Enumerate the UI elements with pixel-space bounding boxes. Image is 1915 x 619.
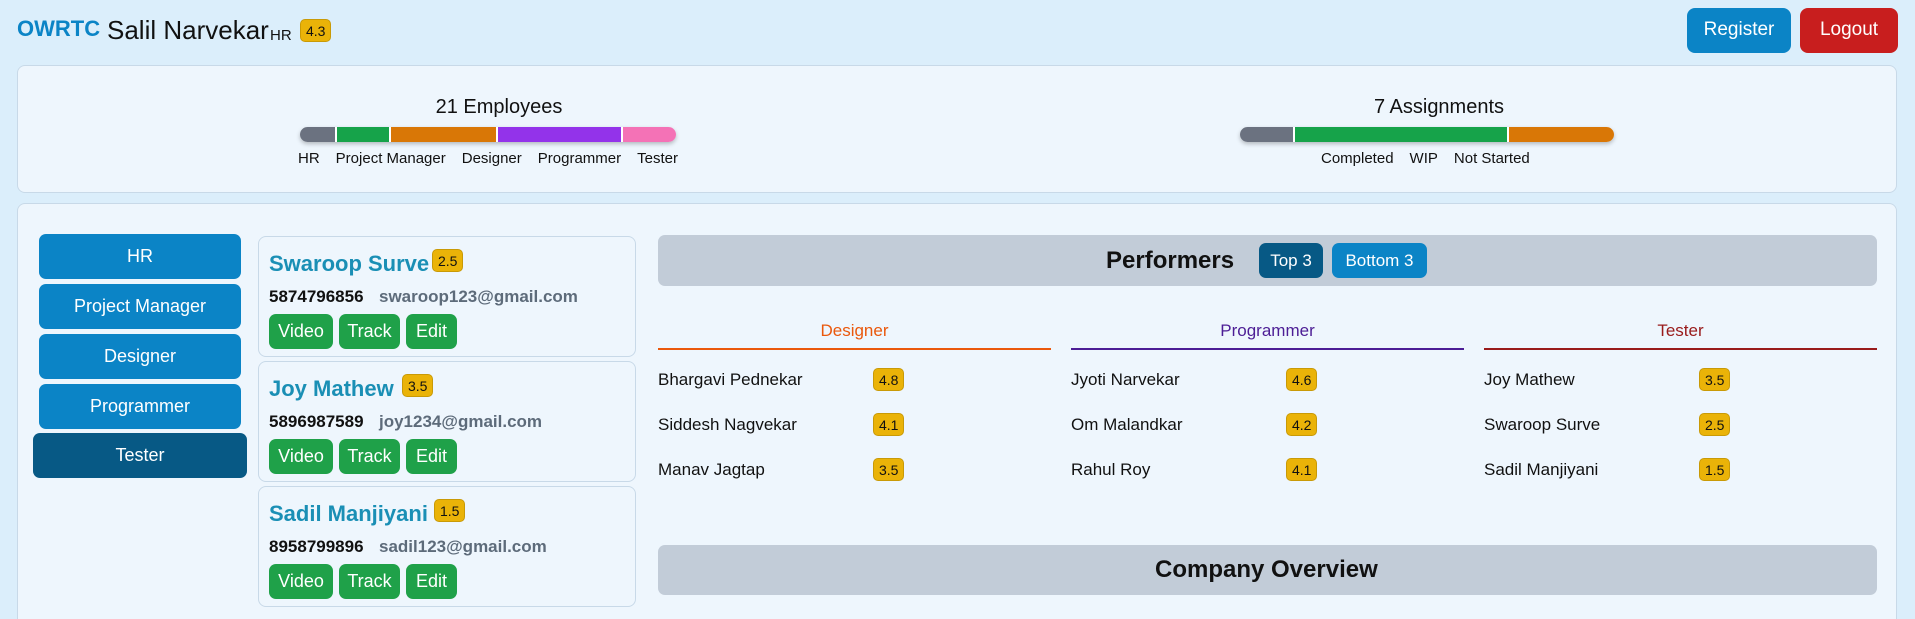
column-divider bbox=[1484, 348, 1877, 350]
performer-rating-badge: 4.1 bbox=[873, 413, 905, 436]
dept-button-hr[interactable]: HR bbox=[39, 234, 241, 279]
employee-name: Joy Mathew bbox=[269, 376, 394, 401]
performer-column-designer-title: Designer bbox=[820, 321, 889, 340]
user-name: Salil Narvekar bbox=[107, 15, 269, 45]
edit-button[interactable]: Edit bbox=[406, 439, 457, 474]
legend-not-started: Not Started bbox=[1453, 150, 1530, 167]
user-rating-badge: 4.3 bbox=[300, 19, 332, 42]
legend-project-manager: Project Manager bbox=[335, 150, 446, 167]
top-bar: OWRTC Salil Narvekar HR 4.3 Register Log… bbox=[0, 0, 1915, 62]
assignment-status-bar bbox=[1240, 127, 1614, 142]
employee-name: Sadil Manjiyani bbox=[269, 501, 428, 526]
employee-rating-badge: 2.5 bbox=[432, 249, 464, 272]
performers-title: Performers bbox=[1106, 247, 1235, 274]
track-button[interactable]: Track bbox=[339, 314, 400, 349]
employee-name: Swaroop Surve bbox=[269, 251, 430, 276]
video-button[interactable]: Video bbox=[269, 314, 333, 349]
project-manager-segment bbox=[337, 127, 391, 142]
performers-header: Performers Top 3 Bottom 3 bbox=[658, 235, 1877, 286]
performer-rating-badge: 4.1 bbox=[1286, 458, 1318, 481]
performer-rating-badge: 4.8 bbox=[873, 368, 905, 391]
performer-name: Siddesh Nagvekar bbox=[658, 415, 797, 434]
tester-segment bbox=[623, 127, 676, 142]
performer-column-programmer-title: Programmer bbox=[1220, 321, 1315, 340]
employee-phone: 5874796856 bbox=[269, 287, 364, 306]
performer-name: Rahul Roy bbox=[1071, 460, 1151, 479]
performer-rating-badge: 4.2 bbox=[1286, 413, 1318, 436]
completed-segment bbox=[1295, 127, 1509, 142]
video-button[interactable]: Video bbox=[269, 564, 333, 599]
performer-rating-badge: 3.5 bbox=[1699, 368, 1731, 391]
video-button[interactable]: Video bbox=[269, 439, 333, 474]
company-overview-header: Company Overview bbox=[658, 545, 1877, 595]
bottom-3-button[interactable]: Bottom 3 bbox=[1332, 243, 1427, 278]
performer-rating-badge: 3.5 bbox=[873, 458, 905, 481]
assignment-legend: Completed WIP Not Started bbox=[1321, 150, 1546, 167]
company-overview-title: Company Overview bbox=[1155, 556, 1378, 583]
edit-button[interactable]: Edit bbox=[406, 564, 457, 599]
performer-rating-badge: 1.5 bbox=[1699, 458, 1731, 481]
wip-segment bbox=[1509, 127, 1614, 142]
performer-name: Manav Jagtap bbox=[658, 460, 765, 479]
dept-button-designer[interactable]: Designer bbox=[39, 334, 241, 379]
programmer-segment bbox=[498, 127, 623, 142]
performer-rating-badge: 2.5 bbox=[1699, 413, 1731, 436]
column-divider bbox=[658, 348, 1051, 350]
performer-name: Joy Mathew bbox=[1484, 370, 1575, 389]
legend-designer: Designer bbox=[461, 150, 522, 167]
employee-email: sadil123@gmail.com bbox=[379, 537, 547, 556]
employees-count-title: 21 Employees bbox=[435, 96, 563, 118]
employee-distribution-bar bbox=[300, 127, 676, 142]
performer-rating-badge: 4.6 bbox=[1286, 368, 1318, 391]
employee-email: joy1234@gmail.com bbox=[379, 412, 543, 431]
legend-completed: Completed bbox=[1321, 150, 1394, 167]
top-3-button[interactable]: Top 3 bbox=[1259, 243, 1323, 278]
legend-wip: WIP bbox=[1409, 150, 1438, 167]
logout-button[interactable]: Logout bbox=[1800, 8, 1898, 53]
track-button[interactable]: Track bbox=[339, 564, 400, 599]
legend-programmer: Programmer bbox=[537, 150, 622, 167]
brand-logo[interactable]: OWRTC bbox=[17, 16, 100, 42]
track-button[interactable]: Track bbox=[339, 439, 400, 474]
dept-button-tester[interactable]: Tester bbox=[33, 433, 247, 478]
designer-segment bbox=[391, 127, 498, 142]
main-card: HR Project Manager Designer Programmer T… bbox=[17, 203, 1897, 619]
employee-email: swaroop123@gmail.com bbox=[379, 287, 578, 306]
user-role: HR bbox=[270, 27, 292, 44]
performer-column-tester-title: Tester bbox=[1657, 321, 1704, 340]
employee-legend: HR Project Manager Designer Programmer T… bbox=[298, 150, 694, 167]
employee-card: Sadil Manjiyani 1.5 8958799896 sadil123@… bbox=[258, 486, 636, 607]
legend-hr: HR bbox=[298, 150, 320, 167]
unassigned-segment bbox=[1240, 127, 1295, 142]
employee-card: Swaroop Surve 2.5 5874796856 swaroop123@… bbox=[258, 236, 636, 357]
stats-card: 21 Employees HR Project Manager Designer… bbox=[17, 65, 1897, 193]
legend-tester: Tester bbox=[637, 150, 678, 167]
employee-phone: 5896987589 bbox=[269, 412, 364, 431]
register-button[interactable]: Register bbox=[1687, 8, 1791, 53]
employee-rating-badge: 1.5 bbox=[434, 499, 466, 522]
dept-button-project-manager[interactable]: Project Manager bbox=[39, 284, 241, 329]
performer-name: Bhargavi Pednekar bbox=[658, 370, 803, 389]
employee-phone: 8958799896 bbox=[269, 537, 364, 556]
performer-name: Jyoti Narvekar bbox=[1071, 370, 1180, 389]
column-divider bbox=[1071, 348, 1464, 350]
assignments-count-title: 7 Assignments bbox=[1373, 96, 1505, 118]
hr-segment bbox=[300, 127, 337, 142]
employee-rating-badge: 3.5 bbox=[402, 374, 434, 397]
performer-name: Sadil Manjiyani bbox=[1484, 460, 1599, 479]
edit-button[interactable]: Edit bbox=[406, 314, 457, 349]
dept-button-programmer[interactable]: Programmer bbox=[39, 384, 241, 429]
performer-name: Swaroop Surve bbox=[1484, 415, 1601, 434]
employee-card: Joy Mathew 3.5 5896987589 joy1234@gmail.… bbox=[258, 361, 636, 482]
performer-name: Om Malandkar bbox=[1071, 415, 1183, 434]
